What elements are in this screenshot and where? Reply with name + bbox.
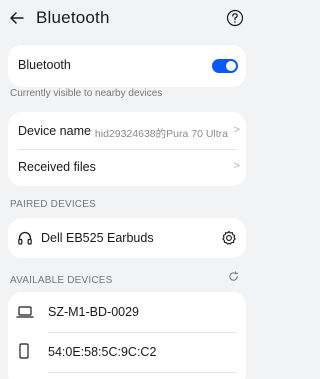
received-files-label: Received files	[18, 160, 96, 174]
paired-devices-header: PAIRED DEVICES	[10, 199, 96, 210]
device-name-label: Device name	[18, 124, 91, 138]
refresh-icon[interactable]	[228, 271, 239, 282]
visibility-caption: Currently visible to nearby devices	[10, 88, 163, 99]
paired-device-row[interactable]: Dell EB525 Earbuds	[8, 218, 246, 258]
arrow-left-icon[interactable]	[8, 9, 26, 27]
device-settings-card: Device name hid29324638的Pura 70 Ultra > …	[8, 112, 246, 186]
bluetooth-toggle[interactable]	[212, 59, 238, 73]
bluetooth-card: Bluetooth	[8, 45, 246, 87]
paired-devices-card: Dell EB525 Earbuds	[8, 218, 246, 258]
device-name-value: hid29324638的Pura 70 Ultra	[94, 128, 228, 140]
available-device-row[interactable]: SZ-M1-BD-0029	[8, 292, 246, 332]
divider	[48, 372, 236, 373]
available-device-row[interactable]: 54:0E:58:5C:9C:C2	[8, 332, 246, 372]
gear-icon[interactable]	[221, 230, 237, 246]
page-title: Bluetooth	[36, 8, 110, 27]
available-devices-card: SZ-M1-BD-0029 54:0E:58:5C:9C:C2	[8, 292, 246, 379]
paired-device-name: Dell EB525 Earbuds	[41, 231, 154, 245]
received-files-row[interactable]: Received files >	[8, 149, 246, 186]
device-name-row[interactable]: Device name hid29324638的Pura 70 Ultra >	[8, 112, 246, 149]
chevron-right-icon: >	[233, 124, 240, 136]
available-devices-header: AVAILABLE DEVICES	[10, 275, 113, 286]
phone-icon	[19, 343, 29, 359]
headphones-icon	[18, 231, 32, 245]
available-device-name: 54:0E:58:5C:9C:C2	[48, 345, 157, 359]
chevron-right-icon: >	[233, 160, 240, 172]
question-circle-icon[interactable]	[226, 9, 244, 27]
available-device-name: SZ-M1-BD-0029	[48, 305, 139, 319]
toggle-knob	[226, 61, 236, 71]
app-header: Bluetooth	[0, 0, 254, 40]
laptop-icon	[16, 306, 34, 318]
bluetooth-label: Bluetooth	[18, 58, 71, 72]
